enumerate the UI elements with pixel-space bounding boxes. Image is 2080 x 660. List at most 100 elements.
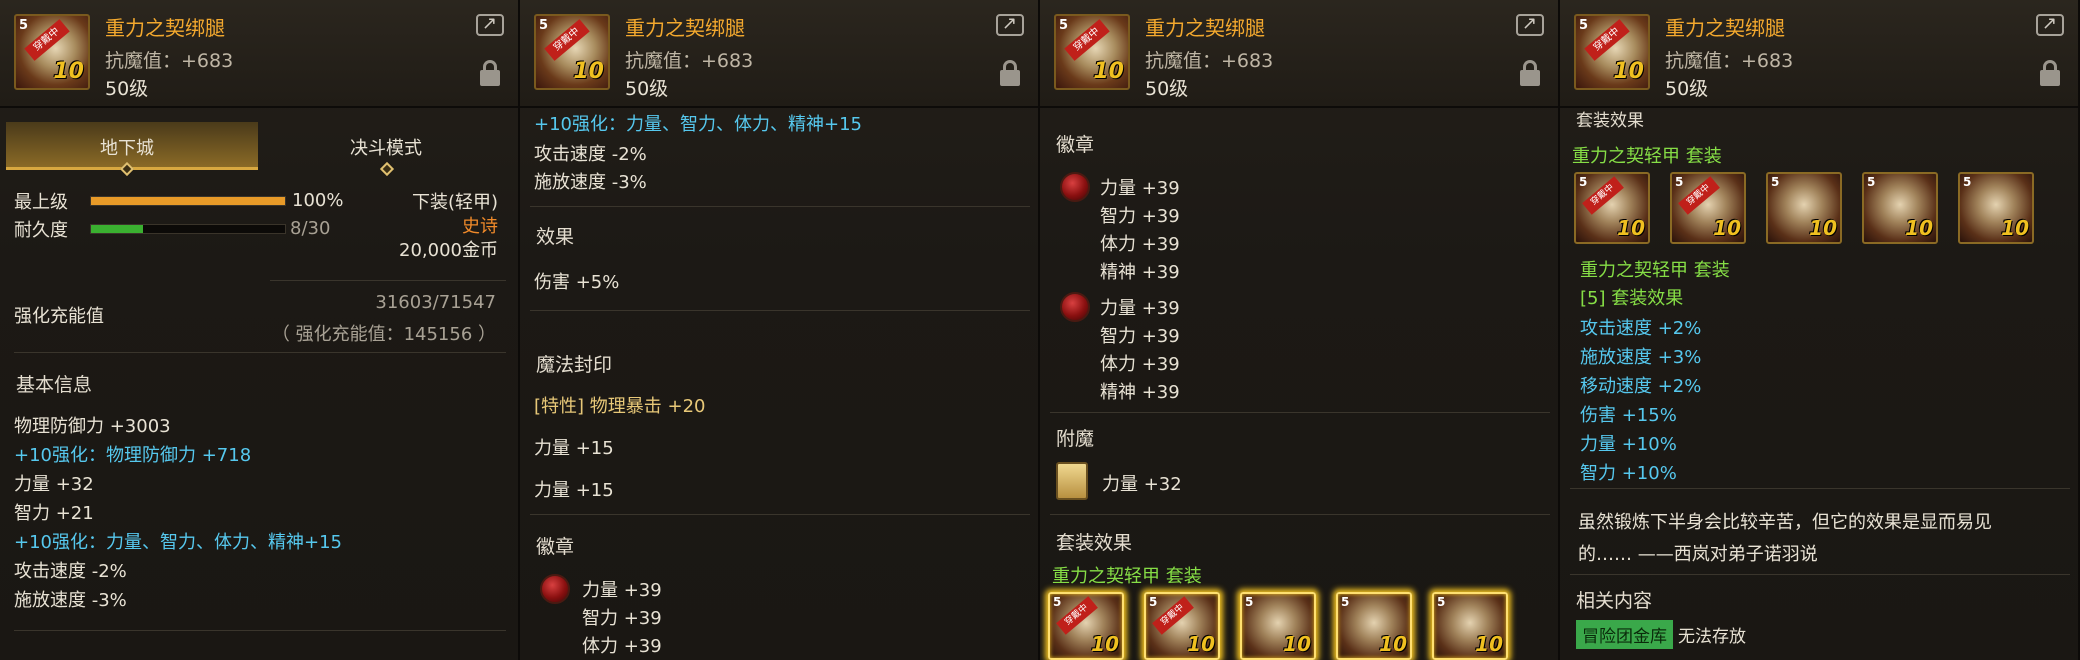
divider [14, 630, 506, 631]
reinforce-level: 10 [1187, 632, 1215, 656]
related-heading: 相关内容 [1576, 590, 1653, 612]
emblem-stat: 体力 +39 [1100, 234, 1180, 255]
item-header: 5 穿戴中 10 重力之契绑腿 抗魔值：+683 50级 [520, 0, 1038, 108]
lock-icon[interactable] [1000, 60, 1020, 86]
reinforce-level: 10 [1905, 216, 1933, 240]
equipped-tag: 穿戴中 [1064, 19, 1110, 61]
set-item-icon[interactable]: 5 10 [1862, 172, 1938, 244]
emblem-stat: 体力 +39 [582, 636, 662, 657]
tab-diamond-icon [379, 161, 395, 177]
share-icon[interactable] [476, 13, 504, 36]
red-emblem-icon [540, 574, 570, 604]
set-item-icon[interactable]: 5 10 [1336, 592, 1412, 660]
set-bonus-line: 力量 +10% [1580, 434, 1677, 455]
equipped-tag: 穿戴中 [1152, 596, 1194, 635]
reinforce-level: 10 [1617, 216, 1645, 240]
set-effect-heading: 套装效果 [1056, 532, 1133, 554]
vault-note: 无法存放 [1678, 627, 1746, 647]
set-item-icon[interactable]: 5 10 [1958, 172, 2034, 244]
set-item-icon[interactable]: 5 10 [1432, 592, 1508, 660]
divider [14, 352, 506, 353]
enchant-stat: 力量 +32 [1102, 474, 1182, 495]
max-level-label: 最上级 [14, 192, 68, 213]
grade-mark: 5 [1245, 595, 1254, 609]
grade-mark: 5 [1059, 18, 1069, 33]
reinforce-level: 10 [53, 59, 84, 84]
grade-mark: 5 [1963, 175, 1972, 189]
reinforce-line: +10强化：力量、智力、体力、精神+15 [534, 114, 862, 135]
equipped-tag: 穿戴中 [544, 19, 590, 61]
durability-label: 耐久度 [14, 220, 68, 241]
set-item-icon[interactable]: 5 10 [1240, 592, 1316, 660]
share-icon[interactable] [1516, 13, 1544, 36]
vault-badge: 冒险团金库 [1576, 620, 1673, 649]
seal-stat: 力量 +15 [534, 480, 614, 501]
grade-mark: 5 [1771, 175, 1780, 189]
red-emblem-icon [1060, 292, 1090, 322]
reinforce-level: 10 [573, 59, 604, 84]
equipped-tag: 穿戴中 [24, 19, 70, 61]
red-emblem-icon [1060, 172, 1090, 202]
enchant-card-icon [1056, 462, 1088, 500]
grade-mark: 5 [1867, 175, 1876, 189]
tooltip-panel-1: 5 穿戴中 10 重力之契绑腿 抗魔值：+683 50级 地下城 决斗模式 最上… [0, 0, 520, 660]
set-name-2: 重力之契轻甲 套装 [1580, 260, 1730, 281]
item-level: 50级 [1145, 78, 1189, 100]
set-item-icon[interactable]: 5 穿戴中 10 [1670, 172, 1746, 244]
reinforce-level: 10 [1283, 632, 1311, 656]
seal-trait: [特性] 物理暴击 +20 [534, 396, 706, 417]
reinforce-level: 10 [1713, 216, 1741, 240]
emblem-heading: 徽章 [536, 536, 575, 558]
grade-mark: 5 [1579, 18, 1589, 33]
grade-mark: 5 [1053, 595, 1062, 609]
share-icon[interactable] [996, 13, 1024, 36]
set-item-icon[interactable]: 5 穿戴中 10 [1574, 172, 1650, 244]
item-header: 5 穿戴中 10 重力之契绑腿 抗魔值：+683 50级 [1560, 0, 2078, 108]
divider [1050, 412, 1550, 413]
emblem-stat: 力量 +39 [1100, 298, 1180, 319]
stat-line: 攻击速度 -2% [14, 561, 127, 582]
item-level: 50级 [105, 78, 149, 100]
seal-stat: 力量 +15 [534, 438, 614, 459]
item-name: 重力之契绑腿 [105, 16, 225, 40]
item-icon: 5 穿戴中 10 [1054, 14, 1130, 90]
item-name: 重力之契绑腿 [625, 16, 745, 40]
stat-line: 力量 +32 [14, 474, 94, 495]
set-item-icon[interactable]: 5 10 [1766, 172, 1842, 244]
reinforce-level: 10 [1613, 59, 1644, 84]
item-name: 重力之契绑腿 [1665, 16, 1785, 40]
stat-line: 物理防御力 +3003 [14, 416, 171, 437]
set-item-icon[interactable]: 5 穿戴中 10 [1048, 592, 1124, 660]
emblem-stat: 精神 +39 [1100, 382, 1180, 403]
grade-mark: 5 [1437, 595, 1446, 609]
emblem-stat: 体力 +39 [1100, 354, 1180, 375]
set-bonus-line: 伤害 +15% [1580, 405, 1677, 426]
divider [530, 310, 1030, 311]
lock-icon[interactable] [480, 60, 500, 86]
reinforce-level: 10 [1379, 632, 1407, 656]
set-name: 重力之契轻甲 套装 [1572, 146, 1722, 167]
emblem-stat: 智力 +39 [1100, 326, 1180, 347]
tooltip-panel-2: 5 穿戴中 10 重力之契绑腿 抗魔值：+683 50级 +10强化：力量、智力… [520, 0, 1040, 660]
item-name: 重力之契绑腿 [1145, 16, 1265, 40]
reinforce-level: 10 [1091, 632, 1119, 656]
atk-speed: 攻击速度 -2% [534, 144, 647, 165]
cast-speed: 施放速度 -3% [534, 172, 647, 193]
share-icon[interactable] [2036, 13, 2064, 36]
set-item-icon[interactable]: 5 穿戴中 10 [1144, 592, 1220, 660]
divider [1570, 488, 2070, 489]
lock-icon[interactable] [2040, 60, 2060, 86]
tab-duel-label[interactable]: 决斗模式 [350, 134, 422, 160]
max-level-bar [90, 196, 286, 206]
reinforce-level: 10 [2001, 216, 2029, 240]
item-icon: 5 穿戴中 10 [534, 14, 610, 90]
emblem-stat: 力量 +39 [582, 580, 662, 601]
divider [1050, 514, 1550, 515]
lock-icon[interactable] [1520, 60, 1540, 86]
charge-value: 31603/71547 [375, 292, 496, 313]
set-bonus-line: 移动速度 +2% [1580, 376, 1702, 397]
item-stat: 抗魔值：+683 [625, 50, 754, 72]
reinforce-level: 10 [1475, 632, 1503, 656]
item-stat: 抗魔值：+683 [1665, 50, 1794, 72]
equipped-tag: 穿戴中 [1678, 176, 1720, 215]
